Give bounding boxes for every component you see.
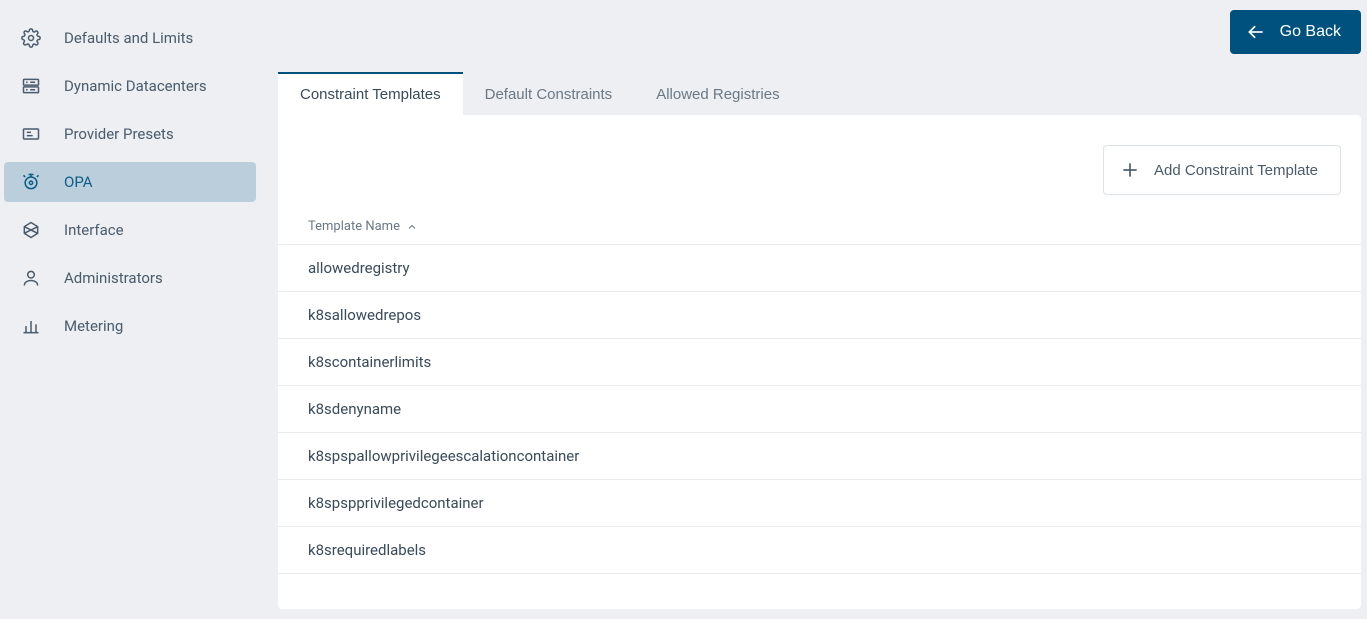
sidebar: Defaults and Limits Dynamic Datacenters <box>0 0 260 619</box>
table-body: allowedregistry k8sallowedrepos k8sconta… <box>278 244 1361 609</box>
table-row[interactable]: k8spspprivilegedcontainer <box>278 479 1361 526</box>
go-back-label: Go Back <box>1280 23 1341 41</box>
table-row[interactable]: k8sallowedrepos <box>278 291 1361 338</box>
arrow-left-icon <box>1246 22 1266 42</box>
tab-allowed-registries[interactable]: Allowed Registries <box>634 72 801 115</box>
plus-icon <box>1120 160 1140 180</box>
template-name-cell: k8scontainerlimits <box>308 353 431 371</box>
add-button-label: Add Constraint Template <box>1154 162 1318 179</box>
user-icon <box>20 267 42 289</box>
table-row[interactable]: k8srequiredlabels <box>278 526 1361 574</box>
table-row[interactable]: allowedregistry <box>278 244 1361 291</box>
sidebar-item-admins[interactable]: Administrators <box>4 258 256 298</box>
sidebar-item-label: Provider Presets <box>64 125 174 143</box>
template-name-cell: allowedregistry <box>308 259 410 277</box>
sidebar-item-interface[interactable]: Interface <box>4 210 256 250</box>
table-row[interactable]: k8scontainerlimits <box>278 338 1361 385</box>
tab-constraint-templates[interactable]: Constraint Templates <box>278 72 463 115</box>
template-name-cell: k8srequiredlabels <box>308 541 426 559</box>
tab-label: Constraint Templates <box>300 86 441 103</box>
interface-icon <box>20 219 42 241</box>
main-content: Go Back Constraint Templates Default Con… <box>260 0 1367 619</box>
sort-asc-icon <box>406 221 418 233</box>
sidebar-item-label: Dynamic Datacenters <box>64 77 207 95</box>
opa-icon <box>20 171 42 193</box>
sidebar-item-label: OPA <box>64 173 93 191</box>
presets-icon <box>20 123 42 145</box>
table-row[interactable]: k8sdenyname <box>278 385 1361 432</box>
sidebar-item-label: Metering <box>64 317 123 335</box>
tabs: Constraint Templates Default Constraints… <box>278 72 1361 115</box>
sidebar-item-label: Administrators <box>64 269 163 287</box>
template-name-cell: k8spspprivilegedcontainer <box>308 494 484 512</box>
table-header[interactable]: Template Name <box>278 213 1361 244</box>
add-constraint-template-button[interactable]: Add Constraint Template <box>1103 145 1341 195</box>
sidebar-item-presets[interactable]: Provider Presets <box>4 114 256 154</box>
tab-label: Allowed Registries <box>656 86 779 103</box>
sidebar-item-label: Defaults and Limits <box>64 29 193 47</box>
bar-chart-icon <box>20 315 42 337</box>
column-header-template-name: Template Name <box>308 219 400 234</box>
sidebar-item-metering[interactable]: Metering <box>4 306 256 346</box>
tab-default-constraints[interactable]: Default Constraints <box>463 72 635 115</box>
template-name-cell: k8sallowedrepos <box>308 306 421 324</box>
go-back-button[interactable]: Go Back <box>1230 10 1361 54</box>
sidebar-item-label: Interface <box>64 221 124 239</box>
sidebar-item-datacenters[interactable]: Dynamic Datacenters <box>4 66 256 106</box>
panel-actions: Add Constraint Template <box>278 115 1361 213</box>
server-icon <box>20 75 42 97</box>
panel: Add Constraint Template Template Name al… <box>278 115 1361 609</box>
template-name-cell: k8sdenyname <box>308 400 401 418</box>
template-name-cell: k8spspallowprivilegeescalationcontainer <box>308 447 579 465</box>
topbar: Go Back <box>278 10 1361 72</box>
tab-label: Default Constraints <box>485 86 613 103</box>
table-row[interactable]: k8spspallowprivilegeescalationcontainer <box>278 432 1361 479</box>
gear-icon <box>20 27 42 49</box>
sidebar-item-defaults[interactable]: Defaults and Limits <box>4 18 256 58</box>
sidebar-item-opa[interactable]: OPA <box>4 162 256 202</box>
